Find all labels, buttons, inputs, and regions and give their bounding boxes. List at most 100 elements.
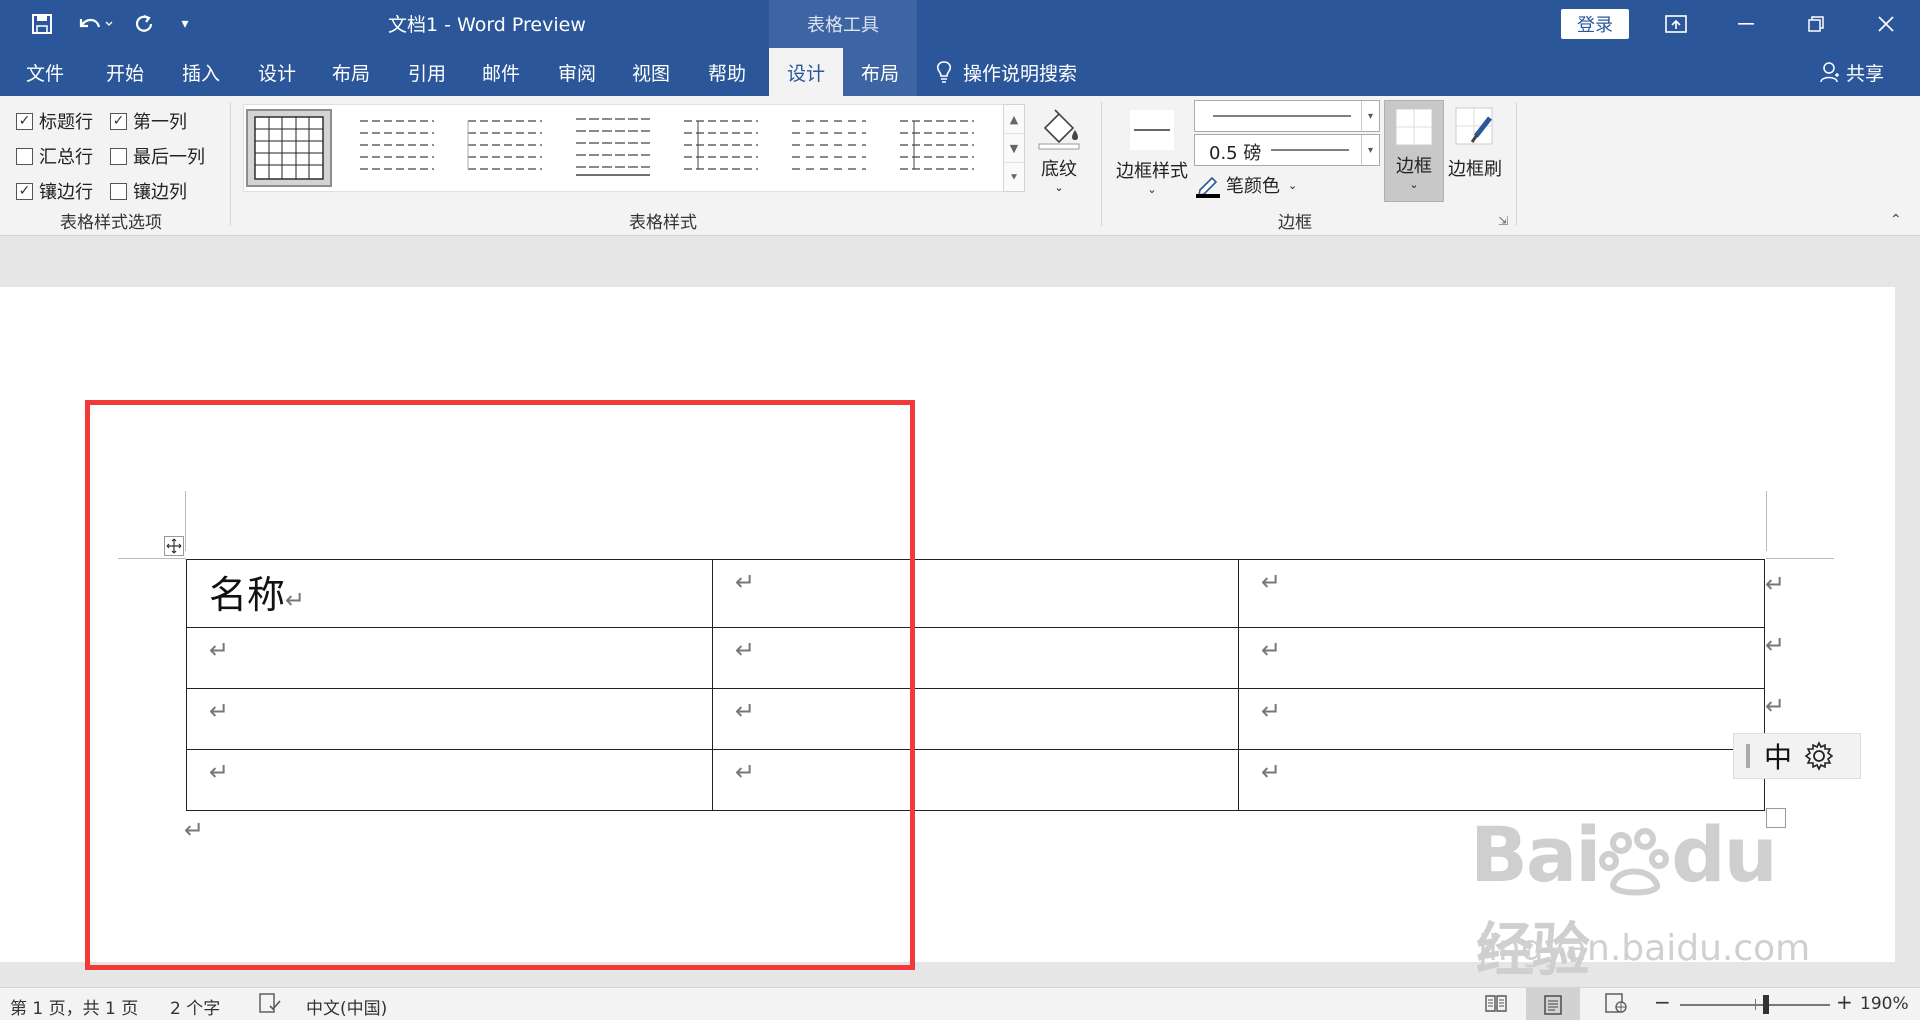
share-button[interactable]: 共享 — [1820, 48, 1884, 96]
checkbox-label: 汇总行 — [39, 147, 93, 168]
table-style-plain-3[interactable] — [570, 109, 656, 187]
close-icon[interactable] — [1853, 0, 1919, 48]
zoom-out-icon[interactable]: − — [1654, 990, 1671, 1014]
word-count[interactable]: 2 个字 — [170, 994, 220, 1019]
checkbox-first-column[interactable]: ✓ 第一列 — [110, 108, 187, 134]
vertical-scrollbar[interactable] — [1895, 237, 1920, 962]
border-painter-button[interactable]: 边框刷 — [1446, 104, 1504, 181]
end-of-row-mark-icon: ↵ — [1765, 692, 1786, 720]
undo-icon[interactable] — [70, 8, 120, 40]
tab-mailings[interactable]: 邮件 — [466, 48, 536, 96]
table-styles-gallery — [243, 104, 1009, 192]
zoom-level[interactable]: 190% — [1860, 994, 1909, 1014]
group-separator — [1516, 102, 1517, 226]
pen-icon — [1196, 176, 1220, 198]
gallery-scroll-down-icon[interactable]: ▼ — [1004, 134, 1024, 163]
title-bar: ▾ 文档1 - Word Preview 表格工具 登录 — [0, 0, 1920, 48]
paragraph-mark-icon: ↵ — [1261, 636, 1282, 664]
dialog-launcher-icon[interactable]: ⇲ — [1498, 214, 1508, 228]
tab-help[interactable]: 帮助 — [692, 48, 762, 96]
table-style-plain-5[interactable] — [786, 109, 872, 187]
checkbox-label: 第一列 — [133, 112, 187, 133]
checkbox-banded-rows[interactable]: ✓ 镶边行 — [16, 178, 93, 204]
paint-bucket-icon — [1038, 109, 1080, 150]
tab-design[interactable]: 设计 — [242, 48, 312, 96]
proofing-icon[interactable] — [258, 992, 282, 1019]
ribbon-display-options-icon[interactable] — [1643, 0, 1709, 48]
chevron-down-icon: ⌄ — [1409, 178, 1419, 191]
restore-icon[interactable] — [1783, 0, 1849, 48]
ime-toolbar: 中 — [1733, 733, 1861, 779]
table-style-plain-6[interactable] — [894, 109, 980, 187]
drag-handle-icon[interactable] — [1746, 744, 1750, 768]
table-cell[interactable]: ↵ — [1238, 749, 1765, 811]
checkbox-total-row[interactable]: 汇总行 — [16, 143, 93, 169]
tab-file[interactable]: 文件 — [10, 48, 80, 96]
ime-mode-toggle[interactable]: 中 — [1764, 736, 1792, 776]
chevron-down-icon: ▾ — [1361, 101, 1379, 131]
tell-me-search[interactable]: 操作说明搜索 — [935, 48, 1077, 96]
tab-table-design[interactable]: 设计 — [769, 48, 843, 96]
checkbox-box — [110, 147, 127, 165]
checkbox-header-row[interactable]: ✓ 标题行 — [16, 108, 93, 134]
web-layout-icon[interactable] — [1604, 992, 1628, 1019]
tab-table-layout[interactable]: 布局 — [843, 48, 917, 96]
paw-logo-icon — [1599, 828, 1670, 896]
gallery-scroll-up-icon[interactable]: ▲ — [1004, 105, 1024, 134]
gear-icon[interactable] — [1804, 741, 1834, 771]
checkbox-label: 镶边列 — [133, 182, 187, 203]
login-button[interactable]: 登录 — [1561, 9, 1629, 39]
shading-label: 底纹 — [1041, 159, 1077, 180]
customize-quick-access-icon[interactable]: ▾ — [172, 8, 198, 40]
document-backdrop — [0, 237, 1920, 287]
table-cell[interactable]: ↵ — [1238, 559, 1765, 628]
line-style-select[interactable]: ▾ — [1194, 100, 1380, 132]
end-of-row-mark-icon: ↵ — [1765, 570, 1786, 598]
page-count[interactable]: 第 1 页，共 1 页 — [10, 994, 138, 1019]
language-indicator[interactable]: 中文(中国) — [306, 994, 387, 1019]
read-mode-icon[interactable] — [1484, 992, 1508, 1019]
tab-home[interactable]: 开始 — [90, 48, 160, 96]
checkbox-box — [110, 182, 127, 200]
pen-color-label: 笔颜色 — [1226, 176, 1280, 197]
minimize-icon[interactable] — [1713, 0, 1779, 48]
save-icon[interactable] — [26, 8, 58, 40]
checkbox-box — [16, 147, 33, 165]
chevron-down-icon: ▾ — [1361, 135, 1379, 165]
checkbox-last-column[interactable]: 最后一列 — [110, 143, 205, 169]
print-layout-icon[interactable] — [1526, 988, 1580, 1020]
zoom-in-icon[interactable]: + — [1836, 990, 1853, 1014]
checkbox-banded-columns[interactable]: 镶边列 — [110, 178, 187, 204]
gallery-more-icon[interactable]: ⯆ — [1004, 163, 1024, 192]
checkbox-label: 最后一列 — [133, 147, 205, 168]
baidu-watermark: Bai du经验 jingyan.baidu.com — [1470, 810, 1811, 984]
zoom-slider-thumb[interactable] — [1763, 995, 1769, 1014]
share-label: 共享 — [1846, 62, 1885, 85]
tab-layout[interactable]: 布局 — [316, 48, 386, 96]
borders-grid-icon — [1395, 108, 1433, 146]
line-style-preview — [1213, 115, 1351, 117]
table-cell[interactable]: ↵ — [1238, 627, 1765, 689]
pen-color-button[interactable]: 笔颜色 ⌄ — [1196, 172, 1297, 198]
table-cell[interactable]: ↵ — [1238, 688, 1765, 750]
tab-insert[interactable]: 插入 — [166, 48, 236, 96]
border-styles-button[interactable]: 边框样式 ⌄ — [1114, 108, 1190, 196]
border-painter-label: 边框刷 — [1448, 159, 1502, 180]
borders-button[interactable]: 边框 ⌄ — [1384, 100, 1444, 202]
shading-button[interactable]: 底纹 ⌄ — [1032, 106, 1086, 194]
tab-references[interactable]: 引用 — [392, 48, 462, 96]
table-style-grid[interactable] — [246, 109, 332, 187]
person-icon — [1820, 62, 1839, 83]
table-style-plain-4[interactable] — [678, 109, 764, 187]
table-style-plain-1[interactable] — [354, 109, 440, 187]
group-separator — [1101, 102, 1102, 226]
tab-review[interactable]: 审阅 — [542, 48, 612, 96]
group-label-style-options: 表格样式选项 — [60, 213, 162, 233]
collapse-ribbon-icon[interactable]: ⌃ — [1890, 212, 1902, 228]
redo-icon[interactable] — [128, 8, 160, 40]
line-weight-preview — [1271, 149, 1349, 151]
window-title: 文档1 - Word Preview — [388, 14, 586, 36]
line-weight-select[interactable]: 0.5 磅 ▾ — [1194, 134, 1380, 166]
table-style-plain-2[interactable] — [462, 109, 548, 187]
tab-view[interactable]: 视图 — [616, 48, 686, 96]
